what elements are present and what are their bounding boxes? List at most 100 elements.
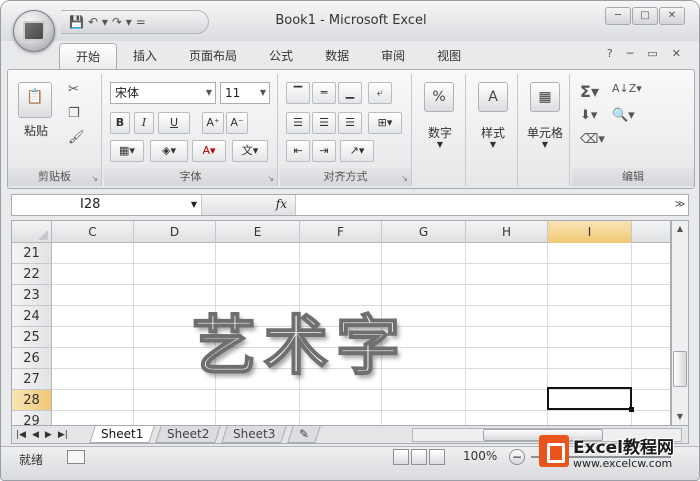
scroll-down-icon[interactable]: ▼ — [672, 409, 688, 425]
format-painter-icon[interactable]: 🖌 — [68, 130, 85, 145]
doc-restore-icon[interactable]: ▭ — [647, 47, 657, 60]
insert-sheet-icon[interactable]: ✎ — [287, 426, 321, 443]
sort-filter-icon[interactable]: A↓Z▾ — [612, 82, 642, 95]
autosum-icon[interactable]: Σ▾ — [580, 82, 599, 101]
merge-center-button[interactable]: ⊞▾ — [368, 112, 402, 134]
row-header-22[interactable]: 22 — [12, 264, 52, 285]
row-header-24[interactable]: 24 — [12, 306, 52, 327]
tab-page-layout[interactable]: 页面布局 — [173, 43, 253, 69]
vertical-scroll-thumb[interactable] — [673, 351, 687, 387]
align-middle-button[interactable]: ═ — [312, 82, 336, 104]
column-header-e[interactable]: E — [216, 221, 300, 243]
tab-formulas[interactable]: 公式 — [253, 43, 309, 69]
ready-status: 就绪 — [19, 453, 44, 467]
help-icon[interactable]: ? — [607, 47, 613, 60]
font-size-select[interactable]: 11 ▼ — [220, 82, 270, 104]
doc-minimize-icon[interactable]: ─ — [627, 47, 634, 60]
normal-view-icon[interactable] — [393, 449, 409, 465]
prev-sheet-icon[interactable]: ◀ — [32, 426, 39, 444]
borders-button[interactable]: ▦▾ — [110, 140, 144, 162]
decrease-indent-button[interactable]: ⇤ — [286, 140, 310, 162]
column-header-f[interactable]: F — [300, 221, 382, 243]
last-sheet-icon[interactable]: ▶| — [58, 426, 68, 444]
find-select-icon[interactable]: 🔍▾ — [612, 108, 635, 123]
wrap-text-button[interactable]: ⤶ — [368, 82, 392, 104]
column-header-i[interactable]: I — [548, 221, 632, 243]
select-all-button[interactable] — [12, 221, 52, 243]
column-header-c[interactable]: C — [52, 221, 134, 243]
fill-handle[interactable] — [629, 407, 634, 412]
percent-icon[interactable]: % — [424, 82, 454, 112]
column-header-d[interactable]: D — [134, 221, 216, 243]
row-header-26[interactable]: 26 — [12, 348, 52, 369]
close-button[interactable]: ✕ — [659, 7, 685, 25]
paste-label[interactable]: 粘贴 — [14, 122, 58, 139]
column-header-g[interactable]: G — [382, 221, 466, 243]
tab-data[interactable]: 数据 — [309, 43, 365, 69]
styles-icon[interactable]: A — [478, 82, 508, 112]
sheet-tab-sheet2[interactable]: Sheet2 — [155, 426, 222, 443]
align-center-button[interactable]: ☰ — [312, 112, 336, 134]
italic-button[interactable]: I — [134, 112, 154, 134]
insert-function-icon[interactable]: fx — [276, 197, 287, 211]
font-color-button[interactable]: A▾ — [192, 140, 226, 162]
next-sheet-icon[interactable]: ▶ — [45, 426, 52, 444]
maximize-button[interactable]: □ — [632, 7, 658, 25]
number-label[interactable]: 数字 — [414, 124, 466, 141]
active-cell[interactable] — [547, 387, 632, 410]
row-header-27[interactable]: 27 — [12, 369, 52, 390]
orientation-button[interactable]: ↗▾ — [340, 140, 374, 162]
vertical-scrollbar[interactable]: ▲ ▼ — [671, 220, 689, 426]
row-header-23[interactable]: 23 — [12, 285, 52, 306]
doc-close-icon[interactable]: ✕ — [672, 47, 681, 60]
office-button[interactable] — [13, 10, 55, 52]
alignment-launcher-icon[interactable]: ↘ — [401, 174, 408, 183]
worksheet-grid[interactable]: C D E F G H I 21 22 23 24 25 26 27 28 29 — [11, 220, 671, 426]
align-left-button[interactable]: ☰ — [286, 112, 310, 134]
sheet-tab-sheet1[interactable]: Sheet1 — [89, 426, 156, 443]
name-box[interactable]: I28 ▼ — [12, 195, 202, 215]
tab-view[interactable]: 视图 — [421, 43, 477, 69]
bold-button[interactable]: B — [110, 112, 130, 134]
first-sheet-icon[interactable]: |◀ — [16, 426, 26, 444]
shrink-font-button[interactable]: A⁻ — [226, 112, 248, 134]
copy-icon[interactable]: ❐ — [68, 106, 80, 121]
align-bottom-button[interactable]: ▁ — [338, 82, 362, 104]
macro-record-icon[interactable] — [67, 450, 85, 464]
formula-input[interactable] — [298, 195, 670, 215]
styles-label[interactable]: 样式 — [468, 124, 518, 141]
minimize-button[interactable]: ─ — [605, 7, 631, 25]
page-break-view-icon[interactable] — [429, 449, 445, 465]
font-name-select[interactable]: 宋体 ▼ — [110, 82, 216, 104]
grow-font-button[interactable]: A⁺ — [202, 112, 224, 134]
zoom-out-button[interactable]: − — [509, 449, 525, 465]
clipboard-launcher-icon[interactable]: ↘ — [91, 174, 98, 183]
row-header-28[interactable]: 28 — [12, 390, 52, 411]
expand-formula-bar-icon[interactable]: ≫ — [672, 195, 688, 215]
align-right-button[interactable]: ☰ — [338, 112, 362, 134]
tab-home[interactable]: 开始 — [59, 43, 118, 69]
font-launcher-icon[interactable]: ↘ — [267, 174, 274, 183]
cut-icon[interactable]: ✂ — [68, 82, 79, 97]
row-header-29[interactable]: 29 — [12, 411, 52, 425]
fill-color-button[interactable]: ◈▾ — [150, 140, 188, 162]
row-header-25[interactable]: 25 — [12, 327, 52, 348]
tab-review[interactable]: 审阅 — [365, 43, 421, 69]
phonetic-button[interactable]: 文▾ — [232, 140, 268, 162]
zoom-level[interactable]: 100% — [463, 449, 497, 463]
sheet-tab-sheet3[interactable]: Sheet3 — [221, 426, 288, 443]
tab-insert[interactable]: 插入 — [117, 43, 173, 69]
fill-icon[interactable]: ⬇▾ — [580, 108, 597, 123]
cells-label[interactable]: 单元格 — [520, 124, 570, 141]
scroll-up-icon[interactable]: ▲ — [672, 221, 688, 237]
column-header-h[interactable]: H — [466, 221, 548, 243]
underline-button[interactable]: U — [158, 112, 190, 134]
page-layout-view-icon[interactable] — [411, 449, 427, 465]
increase-indent-button[interactable]: ⇥ — [312, 140, 336, 162]
row-header-21[interactable]: 21 — [12, 243, 52, 264]
paste-icon[interactable]: 📋 — [18, 82, 52, 118]
wordart-text[interactable]: 艺术字 — [191, 295, 408, 387]
clear-icon[interactable]: ⌫▾ — [580, 132, 605, 147]
align-top-button[interactable]: ▔ — [286, 82, 310, 104]
cells-icon[interactable]: ▦ — [530, 82, 560, 112]
